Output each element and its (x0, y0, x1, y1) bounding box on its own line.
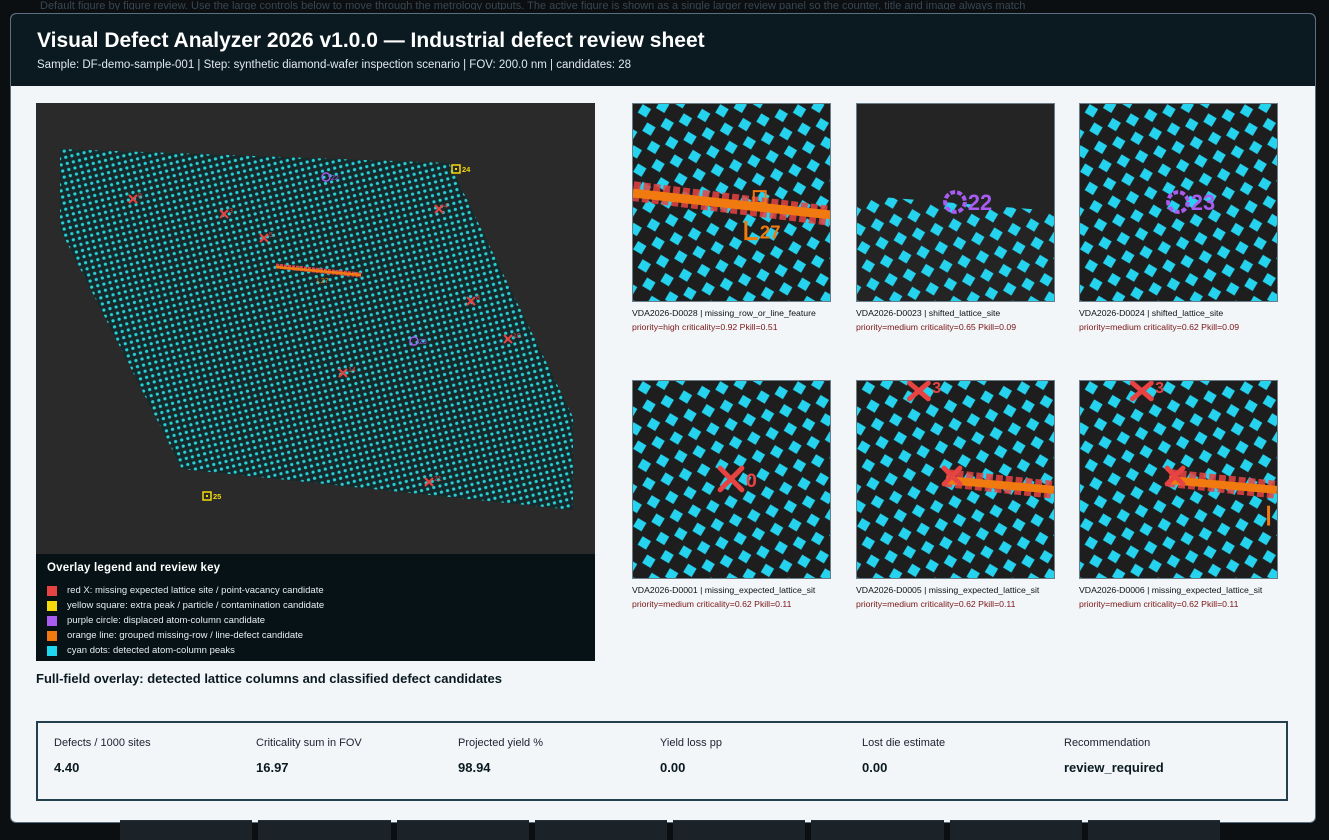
defect-crop-image: 23 (1079, 103, 1278, 302)
marker-label: 0 (138, 193, 142, 200)
metric-card: Recommendation review_required (1064, 737, 1266, 799)
tile-meta: priority=medium criticality=0.62 Pkill=0… (1079, 322, 1240, 332)
metric-card: Yield loss pp 0.00 (660, 737, 862, 799)
background-thumbnail-strip (120, 820, 1220, 840)
metric-value: review_required (1064, 760, 1164, 775)
marker-label: 25 (213, 492, 221, 501)
legend-item: purple circle: displaced atom-column can… (47, 613, 584, 628)
tile-marker-label: 0 (746, 470, 757, 492)
tile-marker-label: 3 (932, 380, 941, 397)
legend-label: yellow square: extra peak / particle / c… (67, 600, 325, 611)
legend-swatch (47, 600, 57, 611)
tile-meta: priority=high criticality=0.92 Pkill=0.5… (632, 322, 778, 332)
tile-meta: priority=medium criticality=0.62 Pkill=0… (856, 599, 1016, 609)
background-text: Default figure by figure review. Use the… (40, 0, 1026, 10)
full-field-overlay-image: 0 3 5 4 8 10 14 21 24 25 22 23 L27 (36, 103, 595, 554)
tile-label: VDA2026-D0024 | shifted_lattice_site (1079, 308, 1224, 318)
metric-value: 0.00 (660, 760, 686, 775)
marker-label: 24 (462, 165, 471, 174)
legend-item: red X: missing expected lattice site / p… (47, 583, 584, 598)
metric-card: Defects / 1000 sites 4.40 (54, 737, 256, 799)
metric-value: 4.40 (54, 760, 80, 775)
defect-crop-image: 0 (632, 380, 831, 579)
legend-item: orange line: grouped missing-row / line-… (47, 628, 584, 643)
tile-meta: priority=medium criticality=0.62 Pkill=0… (1079, 599, 1239, 609)
legend-label: purple circle: displaced atom-column can… (67, 615, 266, 626)
tile-label: VDA2026-D0023 | shifted_lattice_site (856, 308, 1001, 318)
metric-label: Recommendation (1064, 737, 1151, 749)
tile-marker-label: 22 (968, 190, 992, 215)
defect-crop-tile[interactable]: 22 VDA2026-D0023 | shifted_lattice_sitepr… (856, 103, 1055, 332)
metric-label: Lost die estimate (862, 737, 946, 749)
metric-card: Criticality sum in FOV 16.97 (256, 737, 458, 799)
legend-label: orange line: grouped missing-row / line-… (67, 630, 304, 641)
metric-card: Projected yield % 98.94 (458, 737, 660, 799)
legend-title: Overlay legend and review key (47, 562, 221, 574)
legend-label: cyan dots: detected atom-column peaks (67, 645, 235, 656)
tile-marker-label: 3 (1155, 380, 1164, 397)
legend-label: red X: missing expected lattice site / p… (67, 585, 324, 596)
defect-crop-image: 22 (856, 103, 1055, 302)
tile-marker-label: 27 (760, 222, 781, 243)
defect-crop-tile[interactable]: 23 VDA2026-D0024 | shifted_lattice_sitepr… (1079, 103, 1278, 332)
marker-label: 3 (229, 208, 233, 215)
overlay-legend: Overlay legend and review key red X: mis… (36, 554, 595, 661)
page-subtitle: Sample: DF-demo-sample-001 | Step: synth… (37, 59, 632, 71)
legend-swatch (47, 615, 57, 626)
tile-label: VDA2026-D0006 | missing_expected_lattice… (1079, 585, 1263, 595)
marker-label: 4 (444, 203, 448, 210)
tile-label: VDA2026-D0028 | missing_row_or_line_feat… (632, 308, 816, 318)
metric-label: Defects / 1000 sites (54, 737, 151, 749)
defect-crop-image: 3 (856, 380, 1055, 579)
marker-label: 22 (331, 175, 339, 182)
defect-crop-tile[interactable]: 3 VDA2026-D0005 | missing_expected_lattic… (856, 380, 1055, 609)
defect-crop-image: 27 (632, 103, 831, 302)
overview-panel: 0 3 5 4 8 10 14 21 24 25 22 23 L27 Overlay legend an… (36, 103, 595, 686)
tile-marker-label: 23 (1191, 190, 1215, 215)
metrics-panel: Defects / 1000 sites 4.40 Criticality sum … (36, 721, 1288, 801)
legend-item: yellow square: extra peak / particle / c… (47, 598, 584, 613)
metric-card: Lost die estimate 0.00 (862, 737, 1064, 799)
sheet-header: Visual Defect Analyzer 2026 v1.0.0 — Ind… (11, 14, 1315, 86)
metric-label: Yield loss pp (660, 737, 722, 749)
marker-label: 23 (419, 339, 427, 346)
defect-crop-tile[interactable]: 0 VDA2026-D0001 | missing_expected_lattic… (632, 380, 831, 609)
defect-crop-tile[interactable]: 27 VDA2026-D0028 | missing_row_or_line_fe… (632, 103, 831, 332)
legend-swatch (47, 585, 57, 596)
defect-crop-tile[interactable]: 3 VDA2026-D0006 | missing_expected_lattic… (1079, 380, 1278, 609)
overlay-caption: Full-field overlay: detected lattice col… (36, 671, 502, 686)
tile-meta: priority=medium criticality=0.65 Pkill=0… (856, 322, 1017, 332)
marker-label: L27 (317, 278, 329, 285)
metric-value: 16.97 (256, 760, 289, 775)
tile-label: VDA2026-D0005 | missing_expected_lattice… (856, 585, 1040, 595)
metric-label: Projected yield % (458, 737, 543, 749)
legend-swatch (47, 630, 57, 641)
tile-label: VDA2026-D0001 | missing_expected_lattice… (632, 585, 816, 595)
marker-label: 10 (513, 333, 521, 340)
review-sheet: Visual Defect Analyzer 2026 v1.0.0 — Ind… (10, 13, 1316, 823)
metric-value: 98.94 (458, 760, 491, 775)
page-title: Visual Defect Analyzer 2026 v1.0.0 — Ind… (37, 29, 705, 52)
metric-label: Criticality sum in FOV (256, 737, 362, 749)
marker-label: 5 (269, 232, 273, 239)
marker-label: 21 (434, 476, 442, 483)
defect-crop-image: 3 (1079, 380, 1278, 579)
tile-meta: priority=medium criticality=0.62 Pkill=0… (632, 599, 792, 609)
metric-value: 0.00 (862, 760, 888, 775)
marker-label: 8 (476, 295, 480, 302)
legend-swatch (47, 645, 57, 656)
marker-label: 14 (348, 367, 356, 374)
legend-item: cyan dots: detected atom-column peaks (47, 643, 584, 658)
